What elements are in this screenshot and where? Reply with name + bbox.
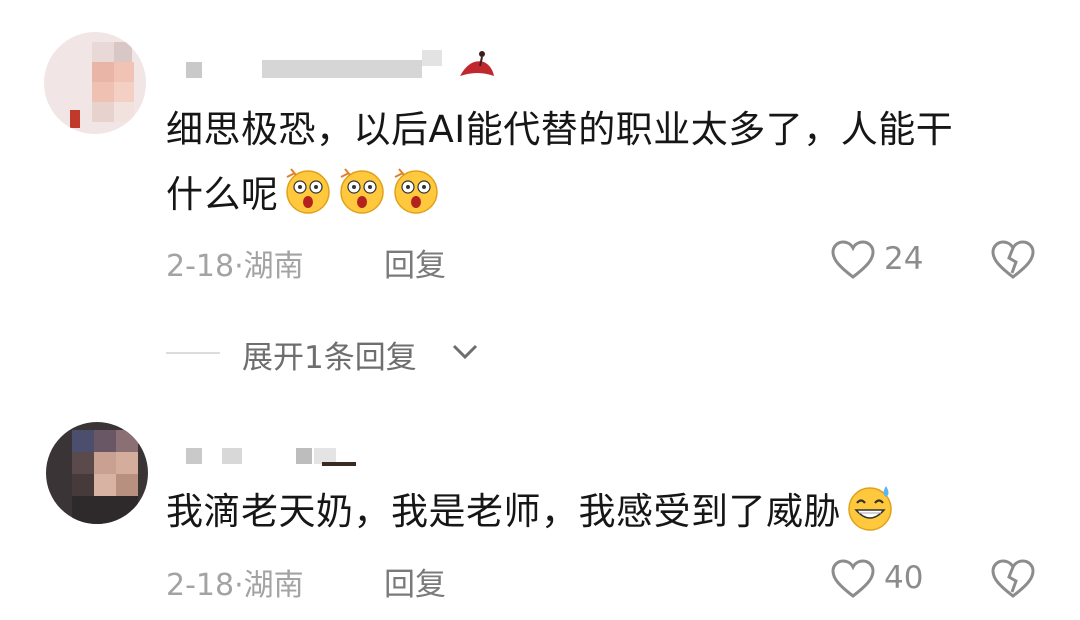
comment-location: 湖南 <box>243 568 304 603</box>
chevron-down-icon[interactable] <box>450 340 480 364</box>
shocked-face-icon <box>285 168 330 214</box>
reply-button[interactable]: 回复 <box>384 240 446 285</box>
comment-text-line: 我滴老天奶，我是老师，我感受到了威胁 <box>166 490 841 533</box>
username-redacted[interactable] <box>186 442 376 472</box>
comment-text-line: 细思极恐，以后AI能代替的职业太多了，人能干 <box>166 108 954 151</box>
avatar[interactable] <box>46 422 148 524</box>
heart-icon[interactable] <box>830 239 876 281</box>
dancer-icon <box>460 51 494 76</box>
like-count: 24 <box>884 241 924 277</box>
comment-date: 2-18 <box>166 249 235 284</box>
expand-replies-button[interactable]: 展开1条回复 <box>242 332 417 377</box>
comment-meta: 2-18·湖南 <box>166 241 304 285</box>
comment-location: 湖南 <box>243 249 304 284</box>
meta-separator: · <box>234 249 244 284</box>
shocked-face-icon <box>393 168 438 214</box>
meta-separator: · <box>234 568 244 603</box>
comment-text: 什么呢 <box>166 165 441 225</box>
comment-text: 我滴老天奶，我是老师，我感受到了威胁 <box>166 482 895 542</box>
avatar[interactable] <box>44 32 146 134</box>
heart-icon[interactable] <box>830 558 876 600</box>
reply-button[interactable]: 回复 <box>384 559 446 604</box>
comment-text-line: 什么呢 <box>166 173 279 216</box>
grinning-sweat-face-icon <box>848 486 892 531</box>
shocked-face-icon <box>339 168 384 214</box>
broken-heart-icon[interactable] <box>990 558 1036 600</box>
expand-divider <box>166 352 220 354</box>
comment-meta: 2-18·湖南 <box>166 560 304 604</box>
broken-heart-icon[interactable] <box>990 239 1036 281</box>
like-count: 40 <box>884 560 924 596</box>
username-redacted[interactable] <box>186 50 496 80</box>
comment-text: 细思极恐，以后AI能代替的职业太多了，人能干 <box>166 100 953 160</box>
comment-date: 2-18 <box>166 568 235 603</box>
